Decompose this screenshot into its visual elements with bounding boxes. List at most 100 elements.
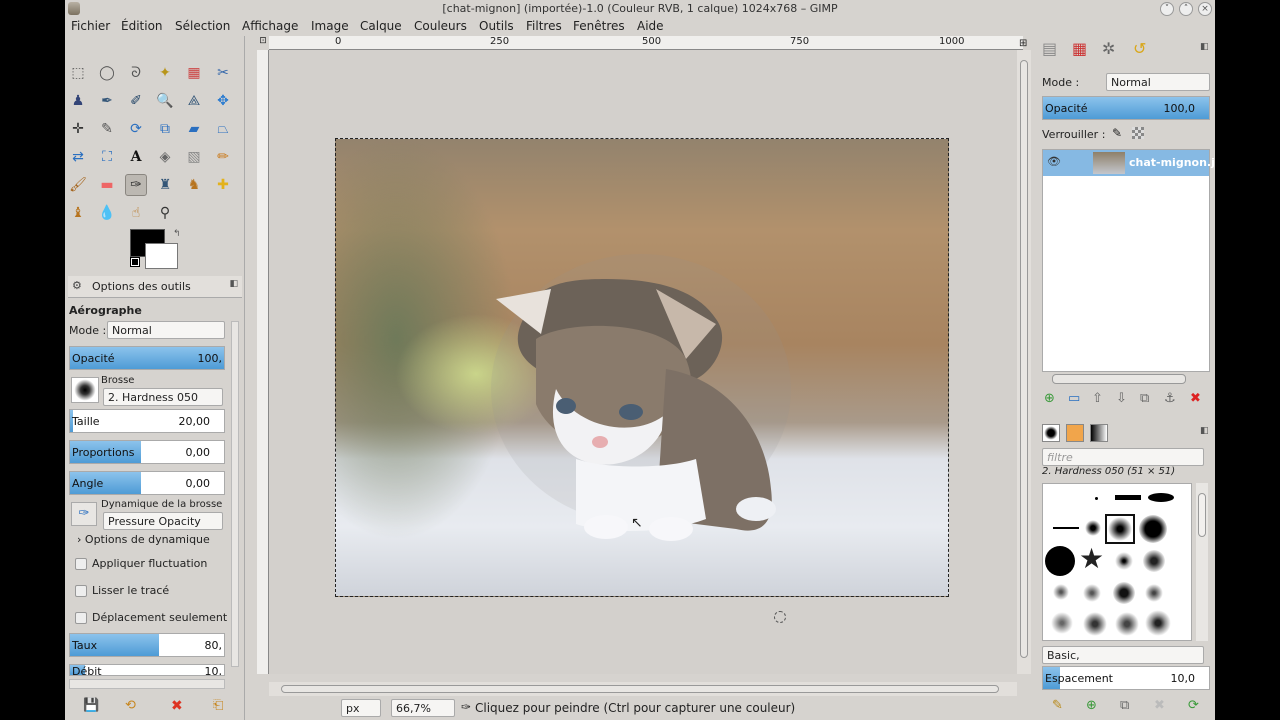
- new-layer-icon[interactable]: ⊕: [1044, 391, 1055, 406]
- brush-item[interactable]: [1145, 584, 1163, 602]
- bucket-fill-icon[interactable]: ◈: [154, 146, 176, 168]
- brush-name-field[interactable]: 2. Hardness 050: [103, 388, 223, 406]
- delete-brush-icon[interactable]: ✖: [1154, 698, 1165, 713]
- brush-preview[interactable]: [71, 377, 99, 403]
- unit-select[interactable]: px: [341, 699, 381, 717]
- airbrush-icon[interactable]: ✑: [125, 174, 147, 196]
- eraser-icon[interactable]: ▬: [96, 174, 118, 196]
- brush-grid-scroll-thumb[interactable]: [1198, 493, 1206, 537]
- edit-brush-icon[interactable]: ✎: [1052, 698, 1063, 713]
- layers-hscroll-thumb[interactable]: [1052, 374, 1186, 384]
- zoom-select[interactable]: 66,7%: [391, 699, 455, 717]
- brush-item[interactable]: [1115, 495, 1141, 500]
- perspective-clone-icon[interactable]: ♝: [67, 202, 89, 224]
- restore-options-icon[interactable]: ⟲: [125, 698, 136, 713]
- lock-alpha-icon[interactable]: [1132, 127, 1144, 139]
- flow-slider[interactable]: Débit 10,: [69, 664, 225, 676]
- duplicate-layer-icon[interactable]: ⧉: [1140, 391, 1149, 406]
- rate-slider[interactable]: Taux 80,: [69, 633, 225, 657]
- gradients-tab-icon[interactable]: [1090, 424, 1108, 442]
- horizontal-scrollbar[interactable]: [269, 682, 1017, 696]
- size-slider[interactable]: Taille 20,00: [69, 409, 225, 433]
- reset-options-icon[interactable]: ⎗: [213, 698, 223, 713]
- delete-options-icon[interactable]: ✖: [171, 698, 183, 714]
- paths-icon[interactable]: ✒: [96, 90, 118, 112]
- perspective-icon[interactable]: ⏢: [212, 118, 234, 140]
- swap-colors-icon[interactable]: ↰: [173, 229, 181, 239]
- channels-tab-icon[interactable]: ▦: [1072, 39, 1087, 58]
- incremental-checkbox[interactable]: [75, 612, 87, 624]
- reset-colors-icon[interactable]: [130, 257, 140, 267]
- smudge-icon[interactable]: ☝: [125, 202, 147, 224]
- brush-item[interactable]: [1143, 550, 1165, 572]
- heal-icon[interactable]: ✚: [212, 174, 234, 196]
- new-group-icon[interactable]: ▭: [1068, 391, 1080, 406]
- cage-transform-icon[interactable]: ⛶: [96, 146, 118, 168]
- brush-filter-input[interactable]: filtre: [1042, 448, 1204, 466]
- brushes-menu-icon[interactable]: ◧: [1200, 426, 1209, 436]
- tab-menu-icon[interactable]: ◧: [229, 279, 238, 289]
- crop-icon[interactable]: ✎: [96, 118, 118, 140]
- opacity-slider[interactable]: Opacité 100,: [69, 346, 225, 370]
- duplicate-brush-icon[interactable]: ⧉: [1120, 698, 1129, 713]
- ink-icon[interactable]: ♜: [154, 174, 176, 196]
- brush-item[interactable]: [1085, 520, 1101, 536]
- fuzzy-select-icon[interactable]: ✦: [154, 62, 176, 84]
- patterns-tab-icon[interactable]: [1066, 424, 1084, 442]
- menu-affichage[interactable]: Affichage: [242, 19, 298, 33]
- spacing-slider[interactable]: Espacement 10,0: [1042, 666, 1210, 690]
- proportions-slider[interactable]: Proportions 0,00: [69, 440, 225, 464]
- text-icon[interactable]: A: [125, 146, 147, 168]
- scale-icon[interactable]: ⧉: [154, 118, 176, 140]
- menu-image[interactable]: Image: [311, 19, 349, 33]
- paths-tab-icon[interactable]: ✲: [1102, 39, 1115, 58]
- brush-item[interactable]: [1145, 610, 1171, 636]
- layers-tab-icon[interactable]: ▤: [1042, 39, 1057, 58]
- brush-item[interactable]: [1148, 493, 1174, 502]
- zoom-icon[interactable]: 🔍: [154, 90, 176, 112]
- minimize-icon[interactable]: ˅: [1160, 2, 1174, 16]
- background-color-swatch[interactable]: [145, 243, 178, 269]
- menu-aide[interactable]: Aide: [637, 19, 664, 33]
- flip-icon[interactable]: ⇄: [67, 146, 89, 168]
- menu-selection[interactable]: Sélection: [175, 19, 230, 33]
- canvas-area[interactable]: ↖: [269, 50, 1017, 674]
- foreground-select-icon[interactable]: ♟: [67, 90, 89, 112]
- brush-item-selected[interactable]: [1105, 514, 1135, 544]
- vertical-scrollbar[interactable]: ⊞: [1017, 38, 1031, 674]
- blur-icon[interactable]: 💧: [96, 202, 118, 224]
- color-picker-icon[interactable]: ✐: [125, 90, 147, 112]
- ellipse-select-icon[interactable]: ◯: [96, 62, 118, 84]
- tab-tool-options[interactable]: ⚙ Options des outils ◧: [68, 276, 242, 298]
- menu-calque[interactable]: Calque: [360, 19, 402, 33]
- angle-slider[interactable]: Angle 0,00: [69, 471, 225, 495]
- maximize-icon[interactable]: ˄: [1179, 2, 1193, 16]
- brush-item[interactable]: [1053, 527, 1079, 529]
- new-brush-icon[interactable]: ⊕: [1086, 698, 1097, 713]
- brush-item[interactable]: [1139, 515, 1167, 543]
- jitter-checkbox[interactable]: [75, 558, 87, 570]
- menu-edition[interactable]: Édition: [121, 19, 163, 33]
- visibility-eye-icon[interactable]: 👁: [1047, 155, 1061, 168]
- layers-mode-select[interactable]: Normal: [1106, 73, 1210, 91]
- brush-item[interactable]: [1083, 612, 1107, 636]
- free-select-icon[interactable]: ᘐ: [125, 62, 147, 84]
- dodge-burn-icon[interactable]: ⚲: [154, 202, 176, 224]
- vertical-scroll-thumb[interactable]: [1020, 60, 1028, 658]
- navigate-icon[interactable]: ⊞: [1019, 38, 1027, 49]
- dynamics-options-expander[interactable]: › Options de dynamique: [77, 533, 210, 546]
- measure-icon[interactable]: ⟁: [183, 90, 205, 112]
- blend-icon[interactable]: ▧: [183, 146, 205, 168]
- delete-layer-icon[interactable]: ✖: [1190, 391, 1201, 406]
- rect-select-icon[interactable]: ⬚: [67, 62, 89, 84]
- brush-item-star[interactable]: ★: [1079, 544, 1104, 574]
- refresh-brushes-icon[interactable]: ⟳: [1188, 698, 1199, 713]
- quick-mask-corner-icon[interactable]: ⊡: [257, 36, 269, 50]
- brush-item[interactable]: [1095, 497, 1098, 500]
- layer-row[interactable]: 👁 chat-mignon.j: [1043, 150, 1215, 176]
- mode-select[interactable]: Normal: [107, 321, 225, 339]
- shear-icon[interactable]: ▰: [183, 118, 205, 140]
- move-icon[interactable]: ✥: [212, 90, 234, 112]
- dynamics-icon[interactable]: ✑: [71, 502, 97, 526]
- brush-item[interactable]: [1045, 546, 1075, 576]
